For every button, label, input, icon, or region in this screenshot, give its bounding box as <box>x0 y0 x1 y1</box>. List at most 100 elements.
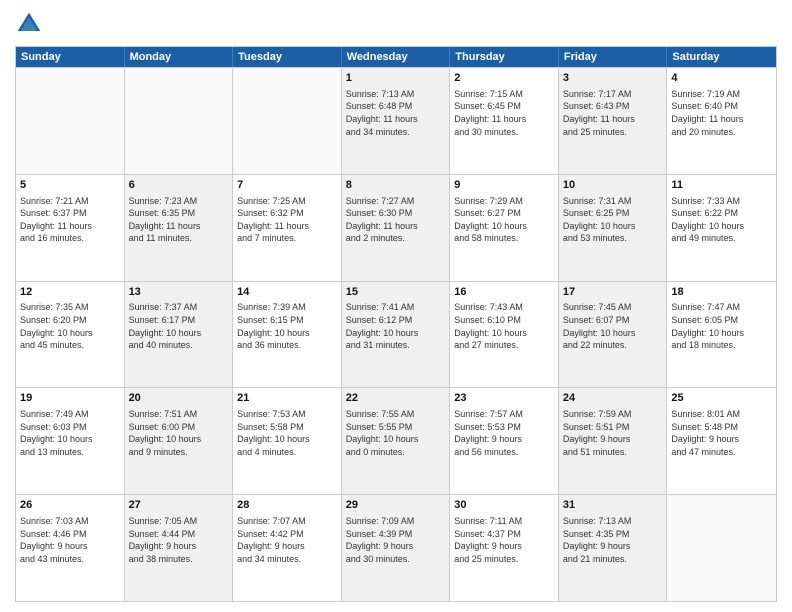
cell-content: Sunrise: 7:13 AM Sunset: 6:48 PM Dayligh… <box>346 88 446 138</box>
cell-content: Sunrise: 7:41 AM Sunset: 6:12 PM Dayligh… <box>346 301 446 351</box>
day-number: 15 <box>346 285 446 300</box>
day-number: 8 <box>346 178 446 193</box>
cal-cell: 1 Sunrise: 7:13 AM Sunset: 6:48 PM Daylig… <box>342 68 451 174</box>
day-number: 1 <box>346 71 446 86</box>
cal-cell: 10 Sunrise: 7:31 AM Sunset: 6:25 PM Dayli… <box>559 175 668 281</box>
day-number: 25 <box>671 391 772 406</box>
cal-cell <box>125 68 234 174</box>
cell-content: Sunrise: 7:51 AM Sunset: 6:00 PM Dayligh… <box>129 408 229 458</box>
cell-content: Sunrise: 7:43 AM Sunset: 6:10 PM Dayligh… <box>454 301 554 351</box>
cal-cell: 2 Sunrise: 7:15 AM Sunset: 6:45 PM Daylig… <box>450 68 559 174</box>
day-number: 3 <box>563 71 663 86</box>
header-day-sunday: Sunday <box>16 47 125 67</box>
cal-cell <box>667 495 776 601</box>
cell-content: Sunrise: 8:01 AM Sunset: 5:48 PM Dayligh… <box>671 408 772 458</box>
cal-cell: 19 Sunrise: 7:49 AM Sunset: 6:03 PM Dayli… <box>16 388 125 494</box>
day-number: 10 <box>563 178 663 193</box>
week-row-2: 5 Sunrise: 7:21 AM Sunset: 6:37 PM Daylig… <box>16 174 776 281</box>
day-number: 4 <box>671 71 772 86</box>
header <box>15 10 777 38</box>
cell-content: Sunrise: 7:17 AM Sunset: 6:43 PM Dayligh… <box>563 88 663 138</box>
cal-cell: 7 Sunrise: 7:25 AM Sunset: 6:32 PM Daylig… <box>233 175 342 281</box>
cal-cell: 26Sunrise: 7:03 AM Sunset: 4:46 PM Dayli… <box>16 495 125 601</box>
cell-content: Sunrise: 7:13 AM Sunset: 4:35 PM Dayligh… <box>563 515 663 565</box>
day-number: 2 <box>454 71 554 86</box>
header-day-saturday: Saturday <box>667 47 776 67</box>
cell-content: Sunrise: 7:47 AM Sunset: 6:05 PM Dayligh… <box>671 301 772 351</box>
week-row-4: 19 Sunrise: 7:49 AM Sunset: 6:03 PM Dayli… <box>16 387 776 494</box>
day-number: 5 <box>20 178 120 193</box>
cell-content: Sunrise: 7:55 AM Sunset: 5:55 PM Dayligh… <box>346 408 446 458</box>
cell-content: Sunrise: 7:07 AM Sunset: 4:42 PM Dayligh… <box>237 515 337 565</box>
header-day-friday: Friday <box>559 47 668 67</box>
day-number: 20 <box>129 391 229 406</box>
cal-cell: 22Sunrise: 7:55 AM Sunset: 5:55 PM Dayli… <box>342 388 451 494</box>
cell-content: Sunrise: 7:39 AM Sunset: 6:15 PM Dayligh… <box>237 301 337 351</box>
cal-cell: 30 Sunrise: 7:11 AM Sunset: 4:37 PM Dayli… <box>450 495 559 601</box>
cell-content: Sunrise: 7:35 AM Sunset: 6:20 PM Dayligh… <box>20 301 120 351</box>
cal-cell: 9 Sunrise: 7:29 AM Sunset: 6:27 PM Daylig… <box>450 175 559 281</box>
day-number: 17 <box>563 285 663 300</box>
cal-cell: 11 Sunrise: 7:33 AM Sunset: 6:22 PM Dayli… <box>667 175 776 281</box>
cell-content: Sunrise: 7:33 AM Sunset: 6:22 PM Dayligh… <box>671 195 772 245</box>
day-number: 31 <box>563 498 663 513</box>
header-day-thursday: Thursday <box>450 47 559 67</box>
week-row-5: 26Sunrise: 7:03 AM Sunset: 4:46 PM Dayli… <box>16 494 776 601</box>
day-number: 18 <box>671 285 772 300</box>
cal-cell: 28 Sunrise: 7:07 AM Sunset: 4:42 PM Dayli… <box>233 495 342 601</box>
day-number: 29 <box>346 498 446 513</box>
cell-content: Sunrise: 7:49 AM Sunset: 6:03 PM Dayligh… <box>20 408 120 458</box>
day-number: 24 <box>563 391 663 406</box>
day-number: 21 <box>237 391 337 406</box>
cell-content: Sunrise: 7:11 AM Sunset: 4:37 PM Dayligh… <box>454 515 554 565</box>
week-row-1: 1 Sunrise: 7:13 AM Sunset: 6:48 PM Daylig… <box>16 67 776 174</box>
cell-content: Sunrise: 7:19 AM Sunset: 6:40 PM Dayligh… <box>671 88 772 138</box>
day-number: 9 <box>454 178 554 193</box>
cal-cell: 4 Sunrise: 7:19 AM Sunset: 6:40 PM Daylig… <box>667 68 776 174</box>
cell-content: Sunrise: 7:37 AM Sunset: 6:17 PM Dayligh… <box>129 301 229 351</box>
day-number: 12 <box>20 285 120 300</box>
cal-cell: 12Sunrise: 7:35 AM Sunset: 6:20 PM Dayli… <box>16 282 125 388</box>
page: SundayMondayTuesdayWednesdayThursdayFrid… <box>0 0 792 612</box>
cal-cell: 18Sunrise: 7:47 AM Sunset: 6:05 PM Dayli… <box>667 282 776 388</box>
day-number: 28 <box>237 498 337 513</box>
cal-cell: 27 Sunrise: 7:05 AM Sunset: 4:44 PM Dayli… <box>125 495 234 601</box>
cal-cell: 15Sunrise: 7:41 AM Sunset: 6:12 PM Dayli… <box>342 282 451 388</box>
cell-content: Sunrise: 7:23 AM Sunset: 6:35 PM Dayligh… <box>129 195 229 245</box>
day-number: 11 <box>671 178 772 193</box>
cal-cell: 17Sunrise: 7:45 AM Sunset: 6:07 PM Dayli… <box>559 282 668 388</box>
cal-cell: 13Sunrise: 7:37 AM Sunset: 6:17 PM Dayli… <box>125 282 234 388</box>
day-number: 19 <box>20 391 120 406</box>
calendar-body: 1 Sunrise: 7:13 AM Sunset: 6:48 PM Daylig… <box>16 67 776 601</box>
header-day-wednesday: Wednesday <box>342 47 451 67</box>
cell-content: Sunrise: 7:05 AM Sunset: 4:44 PM Dayligh… <box>129 515 229 565</box>
day-number: 23 <box>454 391 554 406</box>
logo-icon <box>15 10 43 38</box>
cal-cell: 24Sunrise: 7:59 AM Sunset: 5:51 PM Dayli… <box>559 388 668 494</box>
cal-cell: 29 Sunrise: 7:09 AM Sunset: 4:39 PM Dayli… <box>342 495 451 601</box>
cell-content: Sunrise: 7:29 AM Sunset: 6:27 PM Dayligh… <box>454 195 554 245</box>
calendar-header: SundayMondayTuesdayWednesdayThursdayFrid… <box>16 47 776 67</box>
cell-content: Sunrise: 7:57 AM Sunset: 5:53 PM Dayligh… <box>454 408 554 458</box>
header-day-tuesday: Tuesday <box>233 47 342 67</box>
cell-content: Sunrise: 7:09 AM Sunset: 4:39 PM Dayligh… <box>346 515 446 565</box>
cell-content: Sunrise: 7:31 AM Sunset: 6:25 PM Dayligh… <box>563 195 663 245</box>
cal-cell: 20 Sunrise: 7:51 AM Sunset: 6:00 PM Dayli… <box>125 388 234 494</box>
cell-content: Sunrise: 7:25 AM Sunset: 6:32 PM Dayligh… <box>237 195 337 245</box>
cell-content: Sunrise: 7:27 AM Sunset: 6:30 PM Dayligh… <box>346 195 446 245</box>
cell-content: Sunrise: 7:53 AM Sunset: 5:58 PM Dayligh… <box>237 408 337 458</box>
cell-content: Sunrise: 7:21 AM Sunset: 6:37 PM Dayligh… <box>20 195 120 245</box>
cal-cell: 5 Sunrise: 7:21 AM Sunset: 6:37 PM Daylig… <box>16 175 125 281</box>
cal-cell: 25 Sunrise: 8:01 AM Sunset: 5:48 PM Dayli… <box>667 388 776 494</box>
day-number: 27 <box>129 498 229 513</box>
cal-cell: 21 Sunrise: 7:53 AM Sunset: 5:58 PM Dayli… <box>233 388 342 494</box>
day-number: 7 <box>237 178 337 193</box>
logo <box>15 10 47 38</box>
cell-content: Sunrise: 7:15 AM Sunset: 6:45 PM Dayligh… <box>454 88 554 138</box>
day-number: 30 <box>454 498 554 513</box>
cal-cell <box>16 68 125 174</box>
cal-cell: 14Sunrise: 7:39 AM Sunset: 6:15 PM Dayli… <box>233 282 342 388</box>
day-number: 13 <box>129 285 229 300</box>
cal-cell: 16Sunrise: 7:43 AM Sunset: 6:10 PM Dayli… <box>450 282 559 388</box>
header-day-monday: Monday <box>125 47 234 67</box>
